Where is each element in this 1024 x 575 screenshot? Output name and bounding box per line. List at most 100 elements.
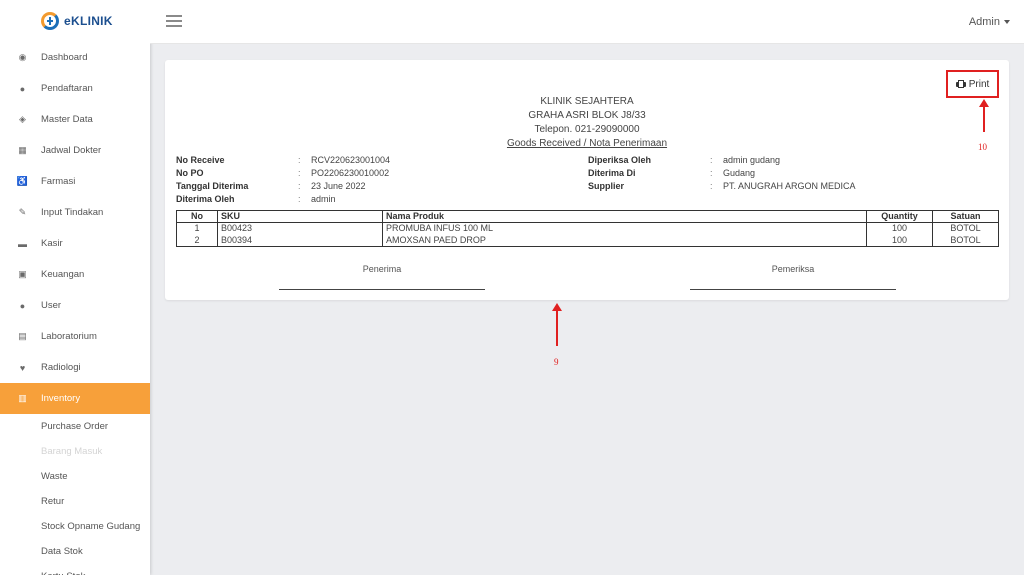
sidebar-item-input-tindakan[interactable]: ✎ Input Tindakan [0,197,150,228]
sidebar-item-laboratorium[interactable]: ▤ Laboratorium [0,321,150,352]
info-separator: : [710,155,713,165]
info-label: Supplier [588,181,625,191]
receipt-info-left: No Receive: RCV220623001004 No PO: PO220623… [176,154,390,206]
info-row: No Receive: RCV220623001004 [176,154,390,167]
annotation-arrow-print [979,99,989,132]
dashboard-icon: ◉ [18,52,27,62]
sidebar-item-master-data[interactable]: ◈ Master Data [0,104,150,135]
sidebar-item-jadwal-dokter[interactable]: ▦ Jadwal Dokter [0,135,150,166]
sidebar-item-label: Jadwal Dokter [41,145,102,156]
clinic-name: KLINIK SEJAHTERA [540,96,634,107]
info-value: PT. ANUGRAH ARGON MEDICA [723,181,856,191]
info-value: 23 June 2022 [311,181,366,191]
signature-checker-label: Pemeriksa [771,264,815,274]
info-label: No PO [176,168,204,178]
sidebar-item-dashboard[interactable]: ◉ Dashboard [0,42,150,73]
receipt-info-right: Diperiksa Oleh: admin gudang Diterima Di: G… [588,154,856,193]
printer-icon [955,80,966,88]
sidebar-item-inventory[interactable]: ▥ Inventory [0,383,150,414]
submenu-item-purchase-order[interactable]: Purchase Order [0,414,150,439]
info-separator: : [298,168,301,178]
signature-receiver-label: Penerima [362,264,402,274]
submenu-item-stock-opname-gudang[interactable]: Stock Opname Gudang [0,514,150,539]
info-value: admin gudang [723,155,781,165]
submenu-item-barang-masuk: Barang Masuk [41,446,103,457]
info-separator: : [710,168,713,178]
stethoscope-icon: ✎ [18,207,27,217]
topbar: Admin [150,0,1024,44]
table-cell: 100 [866,222,933,235]
column-header-product: Nama Produk [382,210,867,223]
column-header-unit: Satuan [932,210,999,223]
hamburger-menu-icon[interactable] [166,15,182,27]
print-button[interactable]: Print [946,70,999,98]
table-cell: B00423 [217,222,383,235]
table-row: 1 B00423 PROMUBA INFUS 100 ML 100 BOTOL [176,222,999,235]
heartbeat-icon: ♥ [19,362,26,373]
wheelchair-icon: ♿ [16,176,29,186]
sidebar-item-label: Laboratorium [41,331,97,342]
info-row: Diperiksa Oleh: admin gudang [588,154,856,167]
sidebar-item-pendaftaran[interactable]: ● Pendaftaran [0,73,150,104]
info-label: Diterima Di [588,168,636,178]
signature-line [279,289,485,290]
inventory-icon: ▥ [18,393,27,403]
user-icon: ● [19,83,26,94]
sidebar-item-label: Farmasi [41,176,76,187]
table-cell: B00394 [217,234,383,247]
info-separator: : [298,194,301,204]
submenu-item-kartu-stok[interactable]: Kartu Stok [0,564,150,575]
table-cell: 1 [176,222,218,235]
print-button-label: Print [968,78,990,90]
sidebar-item-label: User [41,300,62,311]
money-icon: ▣ [18,269,27,279]
cart-icon: ▬ [18,238,27,249]
info-separator: : [298,181,301,191]
signature-receiver: Penerima [279,264,485,290]
signature-line [690,289,896,290]
table-cell: 100 [866,234,933,247]
caret-down-icon [1004,20,1010,25]
info-value: Gudang [723,168,756,178]
users-icon: ● [19,300,26,311]
annotation-label-card: 9 [554,357,559,367]
clinic-address: GRAHA ASRI BLOK J8/33 [528,110,646,121]
document-title: Goods Received / Nota Penerimaan [506,138,668,149]
sidebar-item-label: Radiologi [41,362,81,373]
submenu-item-retur[interactable]: Retur [0,489,150,514]
inventory-submenu: Purchase Order Barang Masuk Waste Retur Stoc… [0,414,150,575]
submenu-item-data-stok[interactable]: Data Stok [0,539,150,564]
submenu-item-waste[interactable]: Waste [0,464,150,489]
logo-text: eKLINIK [64,14,113,28]
briefcase-icon: ▤ [18,331,27,341]
user-menu-dropdown[interactable]: Admin [969,16,1010,28]
table-row: 2 B00394 AMOXSAN PAED DROP 100 BOTOL [176,234,999,247]
sidebar-item-kasir[interactable]: ▬ Kasir [0,228,150,259]
brand-logo[interactable]: eKLINIK [0,0,150,42]
column-header-no: No [176,210,218,223]
info-row: Diterima Di: Gudang [588,167,856,180]
table-header-row: No SKU Nama Produk Quantity Satuan [176,210,999,223]
info-label: No Receive [176,155,225,165]
info-label: Diterima Oleh [176,194,235,204]
sidebar-item-farmasi[interactable]: ♿ Farmasi [0,166,150,197]
clinic-phone: Telepon. 021-29090000 [534,124,640,135]
signature-checker: Pemeriksa [690,264,896,290]
sidebar-item-label: Dashboard [41,52,88,63]
info-separator: : [710,181,713,191]
info-row: Tanggal Diterima:23 June 2022 [176,180,390,193]
user-menu-label: Admin [968,16,1000,28]
sidebar-item-keuangan[interactable]: ▣ Keuangan [0,259,150,290]
table-cell: AMOXSAN PAED DROP [382,234,867,247]
sidebar-item-label: Inventory [41,393,81,404]
info-value: admin [311,194,336,204]
received-items-table: No SKU Nama Produk Quantity Satuan 1 B004… [176,210,999,247]
sidebar: eKLINIK ◉ Dashboard ● Pendaftaran ◈ Master Da… [0,0,150,575]
calendar-icon: ▦ [18,145,27,155]
annotation-arrow-card [552,303,562,346]
sidebar-item-user[interactable]: ● User [0,290,150,321]
info-row: No PO: PO2206230010002 [176,167,390,180]
sidebar-item-radiologi[interactable]: ♥ Radiologi [0,352,150,383]
sidebar-item-label: Pendaftaran [41,83,93,94]
info-row: Supplier: PT. ANUGRAH ARGON MEDICA [588,180,856,193]
